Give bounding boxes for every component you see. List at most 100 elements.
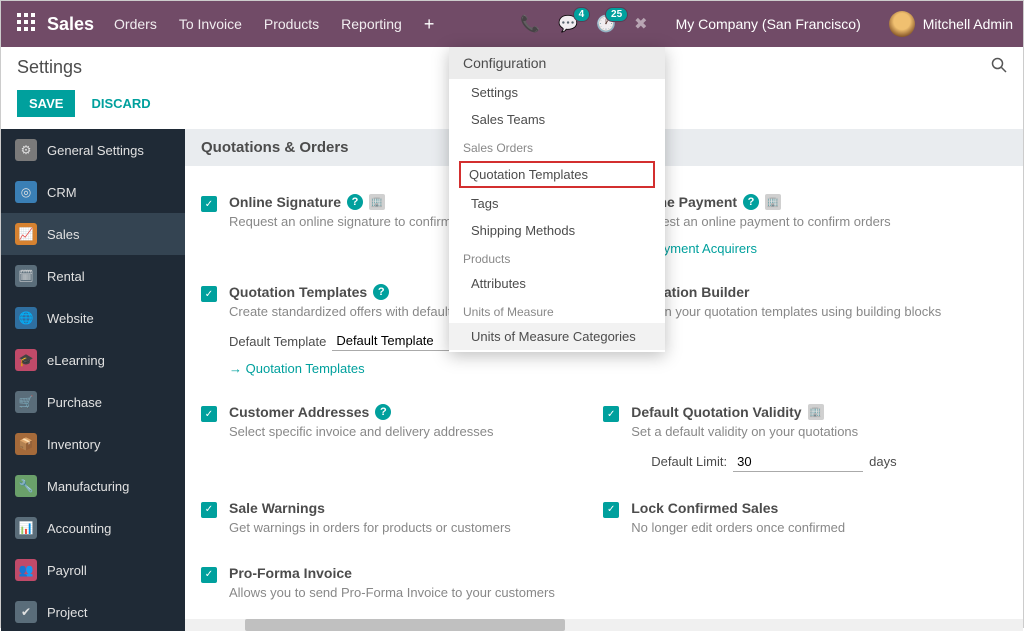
sidebar-icon: 📈 (15, 223, 37, 245)
proforma-title: Pro-Forma Invoice (229, 565, 352, 581)
nav-products[interactable]: Products (264, 16, 319, 32)
dd-quotation-templates[interactable]: Quotation Templates (459, 161, 655, 188)
checkbox-lock-confirmed[interactable]: ✓ (603, 502, 619, 518)
enterprise-icon: 🏢 (765, 194, 781, 210)
help-icon[interactable]: ? (375, 404, 391, 420)
sidebar-icon: ⚙ (15, 139, 37, 161)
sidebar-item-label: Project (47, 605, 87, 620)
default-limit-suffix: days (869, 454, 896, 469)
sidebar-icon: 📦 (15, 433, 37, 455)
dropdown-header[interactable]: Configuration (449, 47, 665, 79)
online-payment-desc: Request an online payment to confirm ord… (631, 213, 973, 231)
badge-messages: 4 (573, 7, 591, 22)
new-icon[interactable]: + (424, 14, 435, 35)
horizontal-scrollbar[interactable] (185, 619, 1023, 631)
sidebar-icon: 📊 (15, 517, 37, 539)
help-icon[interactable]: ? (347, 194, 363, 210)
badge-activities: 25 (605, 7, 628, 22)
sidebar-item-purchase[interactable]: 🛒 Purchase (1, 381, 185, 423)
checkbox-online-signature[interactable]: ✓ (201, 196, 217, 212)
user-name: Mitchell Admin (923, 16, 1013, 32)
settings-sidebar: ⚙ General Settings ◎ CRM 📈 Sales 🗓 Rental 🌐 Websi… (1, 129, 185, 631)
lock-confirmed-desc: No longer edit orders once confirmed (631, 519, 973, 537)
app-brand[interactable]: Sales (47, 14, 94, 35)
sidebar-item-rental[interactable]: 🗓 Rental (1, 255, 185, 297)
activities-icon[interactable]: 🕐25 (596, 14, 616, 34)
enterprise-icon: 🏢 (808, 404, 824, 420)
sidebar-item-label: eLearning (47, 353, 105, 368)
sidebar-item-elearning[interactable]: 🎓 eLearning (1, 339, 185, 381)
default-template-input[interactable] (332, 331, 462, 351)
sidebar-item-label: CRM (47, 185, 77, 200)
dd-tags[interactable]: Tags (449, 190, 665, 217)
sidebar-icon: 🔧 (15, 475, 37, 497)
checkbox-default-validity[interactable]: ✓ (603, 406, 619, 422)
sidebar-item-label: Sales (47, 227, 80, 242)
discard-button[interactable]: DISCARD (91, 96, 150, 111)
dd-attributes[interactable]: Attributes (449, 270, 665, 297)
online-signature-title: Online Signature (229, 194, 341, 210)
sidebar-item-crm[interactable]: ◎ CRM (1, 171, 185, 213)
configuration-dropdown: Configuration Settings Sales Teams Sales… (449, 47, 665, 352)
sidebar-item-sales[interactable]: 📈 Sales (1, 213, 185, 255)
sidebar-item-label: Accounting (47, 521, 111, 536)
dd-uom-categories[interactable]: Units of Measure Categories (449, 323, 665, 350)
debug-icon[interactable]: ✖ (634, 14, 647, 34)
sidebar-item-general-settings[interactable]: ⚙ General Settings (1, 129, 185, 171)
dd-group-sales-orders: Sales Orders (449, 133, 665, 159)
dd-group-uom: Units of Measure (449, 297, 665, 323)
sidebar-icon: ✔ (15, 601, 37, 623)
sidebar-item-website[interactable]: 🌐 Website (1, 297, 185, 339)
dd-sales-teams[interactable]: Sales Teams (449, 106, 665, 133)
phone-icon[interactable]: 📞 (520, 14, 540, 34)
messages-icon[interactable]: 💬4 (558, 14, 578, 34)
nav-reporting[interactable]: Reporting (341, 16, 402, 32)
sidebar-icon: 🌐 (15, 307, 37, 329)
sidebar-item-inventory[interactable]: 📦Inventory (1, 423, 185, 465)
sidebar-icon: 🛒 (15, 391, 37, 413)
sidebar-item-label: Payroll (47, 563, 87, 578)
quotation-builder-desc: Design your quotation templates using bu… (631, 303, 973, 321)
sidebar-icon: ◎ (15, 181, 37, 203)
lock-confirmed-title: Lock Confirmed Sales (631, 500, 778, 516)
checkbox-sale-warnings[interactable]: ✓ (201, 502, 217, 518)
quotation-templates-title: Quotation Templates (229, 284, 367, 300)
proforma-desc: Allows you to send Pro-Forma Invoice to … (229, 584, 571, 602)
sidebar-icon: 🗓 (15, 265, 37, 287)
customer-addresses-title: Customer Addresses (229, 404, 369, 420)
user-menu[interactable]: Mitchell Admin (889, 11, 1013, 37)
link-quotation-templates[interactable]: → Quotation Templates (229, 361, 365, 376)
checkbox-quotation-templates[interactable]: ✓ (201, 286, 217, 302)
help-icon[interactable]: ? (373, 284, 389, 300)
sidebar-icon: 👥 (15, 559, 37, 581)
sidebar-item-project[interactable]: ✔ Project (1, 591, 185, 631)
sidebar-item-label: Rental (47, 269, 85, 284)
nav-to-invoice[interactable]: To Invoice (179, 16, 242, 32)
checkbox-proforma[interactable]: ✓ (201, 567, 217, 583)
page-title: Settings (17, 57, 82, 78)
company-switcher[interactable]: My Company (San Francisco) (676, 16, 861, 32)
sidebar-item-payroll[interactable]: 👥 Payroll (1, 549, 185, 591)
dd-shipping-methods[interactable]: Shipping Methods (449, 217, 665, 244)
sidebar-item-label: General Settings (47, 143, 144, 158)
sidebar-icon: 🎓 (15, 349, 37, 371)
dd-settings[interactable]: Settings (449, 79, 665, 106)
default-limit-input[interactable] (733, 452, 863, 472)
customer-addresses-desc: Select specific invoice and delivery add… (229, 423, 571, 441)
nav-orders[interactable]: Orders (114, 16, 157, 32)
checkbox-customer-addresses[interactable]: ✓ (201, 406, 217, 422)
sidebar-item-manufacturing[interactable]: 🔧 Manufacturing (1, 465, 185, 507)
sale-warnings-desc: Get warnings in orders for products or c… (229, 519, 571, 537)
default-template-label: Default Template (229, 334, 326, 349)
help-icon[interactable]: ? (743, 194, 759, 210)
avatar (889, 11, 915, 37)
save-button[interactable]: SAVE (17, 90, 75, 117)
sidebar-item-label: Website (47, 311, 94, 326)
apps-icon[interactable] (11, 13, 41, 36)
sidebar-item-label: Manufacturing (47, 479, 129, 494)
sidebar-item-accounting[interactable]: 📊 Accounting (1, 507, 185, 549)
search-icon[interactable] (991, 57, 1007, 78)
default-limit-label: Default Limit: (651, 454, 727, 469)
sidebar-item-label: Purchase (47, 395, 102, 410)
dd-group-products: Products (449, 244, 665, 270)
